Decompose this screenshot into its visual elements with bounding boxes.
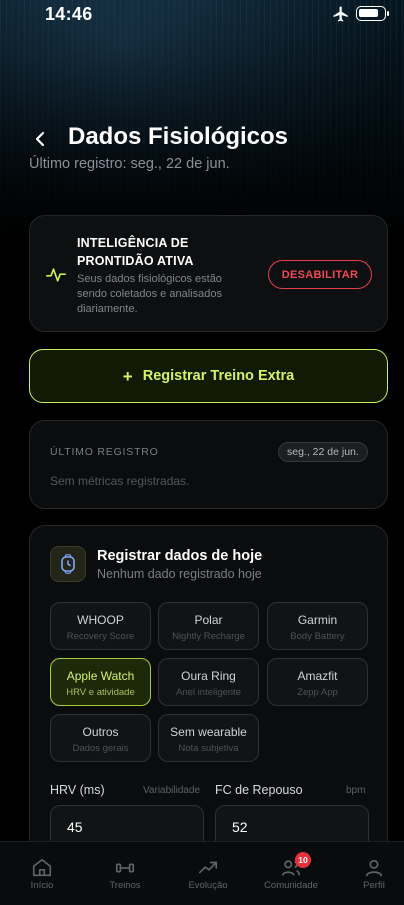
bottom-navigation: Início Treinos Evolução 10 Comunidade Pe… <box>0 841 404 905</box>
nav-item-inicio[interactable]: Início <box>2 842 82 905</box>
register-extra-workout-button[interactable]: + Registrar Treino Extra <box>29 349 388 403</box>
device-name: Garmin <box>297 613 338 627</box>
nav-item-perfil[interactable]: Perfil <box>334 842 404 905</box>
device-name: Apple Watch <box>66 669 135 683</box>
ai-card-description: Seus dados fisiológicos estão sendo cole… <box>77 273 222 315</box>
device-name: Sem wearable <box>170 725 247 739</box>
device-sub: Zepp App <box>297 687 338 698</box>
chevron-left-icon <box>35 131 45 147</box>
airplane-mode-icon <box>333 6 348 22</box>
watch-badge <box>50 546 86 582</box>
last-record-label: ÚLTIMO REGISTRO <box>50 446 159 458</box>
trending-up-icon <box>198 861 218 874</box>
readiness-ai-card: INTELIGÊNCIA DE PRONTIDÃO ATIVA Seus dad… <box>29 215 388 332</box>
device-tile-no-wearable[interactable]: Sem wearable Nota subjetiva <box>158 714 259 762</box>
user-icon <box>365 859 383 877</box>
empty-metrics-text: Sem métricas registradas. <box>50 474 190 488</box>
disable-button[interactable]: DESABILITAR <box>268 260 372 289</box>
hrv-hint: Variabilidade <box>143 785 201 796</box>
device-tile-whoop[interactable]: WHOOP Recovery Score <box>50 602 151 650</box>
device-grid: WHOOP Recovery Score Polar Nightly Recha… <box>50 602 369 762</box>
device-sub: Recovery Score <box>66 631 135 642</box>
device-name: Amazfit <box>297 669 338 683</box>
device-tile-oura-ring[interactable]: Oura Ring Anel inteligente <box>158 658 259 706</box>
nav-label: Treinos <box>109 880 141 891</box>
battery-icon <box>356 6 389 21</box>
device-tile-amazfit[interactable]: Amazfit Zepp App <box>267 658 368 706</box>
device-tile-outros[interactable]: Outros Dados gerais <box>50 714 151 762</box>
resting-hr-hint: bpm <box>346 785 366 796</box>
activity-pulse-icon <box>46 268 66 282</box>
device-tile-polar[interactable]: Polar Nightly Recharge <box>158 602 259 650</box>
nav-item-comunidade[interactable]: 10 Comunidade <box>251 842 331 905</box>
nav-label: Início <box>30 880 54 891</box>
last-record-card: ÚLTIMO REGISTRO seg., 22 de jun. Sem mét… <box>29 420 388 509</box>
device-name: Outros <box>82 725 119 739</box>
device-sub: Anel inteligente <box>176 687 241 698</box>
register-today-title: Registrar dados de hoje <box>97 548 263 564</box>
nav-label: Comunidade <box>264 880 318 891</box>
notification-badge: 10 <box>295 852 311 868</box>
device-sub: Nota subjetiva <box>178 743 239 754</box>
hrv-label: HRV (ms) <box>50 783 105 797</box>
header-background <box>0 0 404 240</box>
watch-icon <box>61 554 75 574</box>
dumbbell-icon <box>115 863 135 873</box>
plus-icon: + <box>122 366 133 386</box>
resting-hr-label: FC de Repouso <box>215 783 303 797</box>
page-title: Dados Fisiológicos <box>68 123 289 150</box>
device-sub: Nightly Recharge <box>172 631 245 642</box>
device-tile-apple-watch[interactable]: Apple Watch HRV e atividade <box>50 658 151 706</box>
nav-label: Perfil <box>363 880 385 891</box>
nav-item-treinos[interactable]: Treinos <box>85 842 165 905</box>
nav-label: Evolução <box>188 880 228 891</box>
device-name: Oura Ring <box>181 669 236 683</box>
device-tile-garmin[interactable]: Garmin Body Battery <box>267 602 368 650</box>
extra-workout-label: Registrar Treino Extra <box>142 368 295 384</box>
device-sub: Body Battery <box>290 631 345 642</box>
register-today-subtitle: Nenhum dado registrado hoje <box>97 567 262 581</box>
last-record-subtitle: Último registro: seg., 22 de jun. <box>29 156 230 172</box>
device-name: WHOOP <box>77 613 124 627</box>
nav-item-evolucao[interactable]: Evolução <box>168 842 248 905</box>
ai-card-title: INTELIGÊNCIA DE PRONTIDÃO ATIVA <box>77 236 194 268</box>
device-sub: HRV e atividade <box>66 687 135 698</box>
date-badge: seg., 22 de jun. <box>278 442 368 462</box>
back-button[interactable] <box>29 128 51 150</box>
device-sub: Dados gerais <box>72 743 129 754</box>
home-icon <box>32 858 52 877</box>
status-time: 14:46 <box>45 4 93 24</box>
status-bar: 14:46 <box>0 0 404 30</box>
device-name: Polar <box>194 613 223 627</box>
register-today-card: Registrar dados de hoje Nenhum dado regi… <box>29 525 388 865</box>
